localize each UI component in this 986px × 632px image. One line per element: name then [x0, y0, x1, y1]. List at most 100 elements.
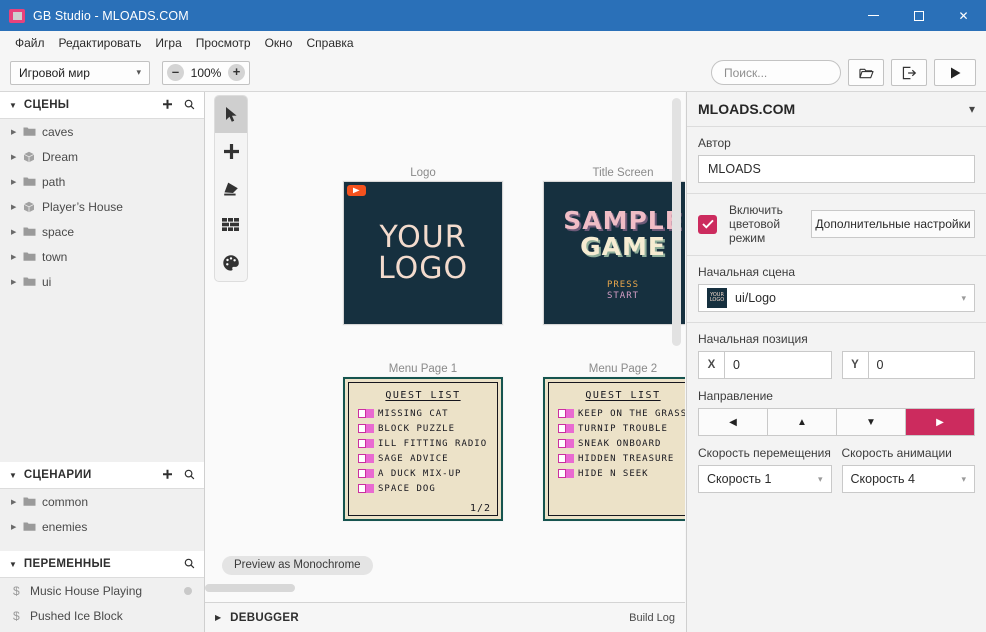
chevron-down-icon[interactable]: ▾: [969, 102, 975, 116]
toolbar-right-group: Поиск...: [711, 59, 976, 86]
project-header[interactable]: MLOADS.COM ▾: [687, 92, 986, 127]
collisions-tool[interactable]: [215, 207, 247, 244]
color-mode-checkbox[interactable]: [698, 214, 717, 234]
triangle-right-icon[interactable]: ▶: [11, 498, 23, 506]
anim-speed-select[interactable]: Скорость 4 ▾: [841, 465, 975, 493]
menu-edit[interactable]: Редактировать: [52, 33, 149, 53]
quest-list: KEEP ON THE GRASS TURNIP TROUBLE SNEAK O…: [549, 409, 685, 479]
quest-row: TURNIP TROUBLE: [558, 424, 685, 434]
search-variables-icon[interactable]: [184, 558, 195, 571]
eraser-tool[interactable]: [215, 170, 247, 207]
variable-item-pushed-ice-block[interactable]: $ Pushed Ice Block: [0, 603, 204, 628]
check-icon: [701, 219, 714, 229]
bricks-icon: [222, 218, 239, 231]
triangle-right-icon[interactable]: ▶: [11, 253, 23, 261]
direction-right[interactable]: ▶: [906, 409, 974, 435]
logo-scene[interactable]: Logo YOUR LOGO: [343, 166, 503, 325]
open-project-button[interactable]: [848, 59, 884, 86]
quest-checkbox-icon: [358, 484, 374, 493]
script-item-label: enemies: [42, 519, 88, 534]
search-scenes-icon[interactable]: [184, 99, 195, 112]
folder-icon: [23, 276, 42, 287]
direction-down[interactable]: ▼: [837, 409, 906, 435]
script-item-enemies[interactable]: ▶ enemies: [0, 514, 204, 539]
scene-item-players-house[interactable]: ▶ Player’s House: [0, 194, 204, 219]
menu-file[interactable]: Файл: [8, 33, 52, 53]
scene-cube-icon: [23, 151, 42, 163]
triangle-right-icon[interactable]: ▶: [11, 523, 23, 531]
scene-item-space[interactable]: ▶ space: [0, 219, 204, 244]
scripts-section-header[interactable]: ▼ СЦЕНАРИИ: [0, 462, 204, 489]
triangle-right-icon[interactable]: ▶: [11, 278, 23, 286]
quest-checkbox-icon: [558, 424, 574, 433]
scene-preview[interactable]: QUEST LIST MISSING CAT BLOCK PUZZLE ILL …: [343, 377, 503, 521]
menu-page-1-scene[interactable]: Menu Page 1 QUEST LIST MISSING CAT BLOCK…: [343, 362, 503, 521]
menu-help[interactable]: Справка: [299, 33, 360, 53]
triangle-right-icon[interactable]: ▶: [11, 178, 23, 186]
scene-item-town[interactable]: ▶ town: [0, 244, 204, 269]
move-speed-select[interactable]: Скорость 1 ▾: [698, 465, 832, 493]
scene-item-label: Dream: [42, 149, 79, 164]
menu-page-2-scene[interactable]: Menu Page 2 QUEST LIST KEEP ON THE GRASS…: [543, 362, 685, 521]
menu-view[interactable]: Просмотр: [189, 33, 258, 53]
direction-up[interactable]: ▲: [768, 409, 837, 435]
variables-section-header[interactable]: ▼ ПЕРЕМЕННЫЕ: [0, 551, 204, 578]
triangle-right-icon[interactable]: ▶: [11, 228, 23, 236]
menu-game[interactable]: Игра: [148, 33, 188, 53]
run-button[interactable]: [934, 59, 976, 86]
main-toolbar: Игровой мир ▾ – 100% + Поиск...: [0, 54, 986, 92]
anim-speed-value: Скорость 4: [850, 472, 915, 486]
add-script-icon[interactable]: [162, 469, 173, 482]
select-tool[interactable]: [215, 96, 247, 133]
quest-checkbox-icon: [358, 424, 374, 433]
add-scene-icon[interactable]: [162, 99, 173, 112]
zoom-out-button[interactable]: –: [167, 64, 184, 81]
scene-item-dream[interactable]: ▶ Dream: [0, 144, 204, 169]
author-field[interactable]: MLOADS: [698, 155, 975, 183]
scene-preview[interactable]: YOUR LOGO: [343, 181, 503, 325]
chevron-down-icon: ▾: [961, 292, 966, 303]
triangle-right-icon[interactable]: ▶: [11, 153, 23, 161]
scene-item-caves[interactable]: ▶ caves: [0, 119, 204, 144]
variable-item-music-house-playing[interactable]: $ Music House Playing: [0, 578, 204, 603]
export-button[interactable]: [891, 59, 927, 86]
start-scene-select[interactable]: YOUR LOGO ui/Logo ▾: [698, 284, 975, 312]
script-item-common[interactable]: ▶ common: [0, 489, 204, 514]
zoom-in-button[interactable]: +: [228, 64, 245, 81]
x-key-label: X: [699, 352, 725, 378]
quest-checkbox-icon: [358, 439, 374, 448]
quest-label: HIDE N SEEK: [578, 469, 649, 479]
scenes-section-header[interactable]: ▼ СЦЕНЫ: [0, 92, 204, 119]
search-input[interactable]: Поиск...: [711, 60, 841, 85]
scene-item-ui[interactable]: ▶ ui: [0, 269, 204, 294]
direction-left[interactable]: ◀: [699, 409, 768, 435]
world-select[interactable]: Игровой мир ▾: [10, 60, 150, 85]
preview-monochrome-button[interactable]: Preview as Monochrome: [222, 556, 373, 575]
author-label: Автор: [698, 136, 731, 150]
triangle-right-icon[interactable]: ▶: [11, 128, 23, 136]
scene-preview[interactable]: QUEST LIST KEEP ON THE GRASS TURNIP TROU…: [543, 377, 685, 521]
triangle-right-icon[interactable]: ▶: [11, 203, 23, 211]
advanced-settings-button[interactable]: Дополнительные настройки: [811, 210, 975, 238]
search-scripts-icon[interactable]: [184, 469, 195, 482]
close-button[interactable]: ✕: [941, 0, 986, 31]
menu-window[interactable]: Окно: [258, 33, 300, 53]
debugger-footer[interactable]: ▶ DEBUGGER Build Log: [205, 602, 685, 632]
title-screen-scene[interactable]: Title Screen SAMPLE GAME PRESS START: [543, 166, 685, 325]
triangle-right-icon[interactable]: ▶: [215, 613, 221, 622]
scene-item-path[interactable]: ▶ path: [0, 169, 204, 194]
triangle-down-icon: ▼: [9, 559, 17, 569]
minimize-button[interactable]: [851, 0, 896, 31]
canvas-horizontal-scrollbar[interactable]: [205, 584, 295, 592]
maximize-button[interactable]: [896, 0, 941, 31]
palette-tool[interactable]: [215, 244, 247, 281]
quest-label: A DUCK MIX-UP: [378, 469, 462, 479]
scene-preview[interactable]: SAMPLE GAME PRESS START: [543, 181, 685, 325]
canvas-vertical-scrollbar[interactable]: [672, 98, 681, 346]
add-tool[interactable]: [215, 133, 247, 170]
world-canvas[interactable]: Logo YOUR LOGO Title Screen SAMPLE GAME: [205, 92, 685, 600]
start-y-field[interactable]: Y 0: [841, 351, 975, 379]
start-x-field[interactable]: X 0: [698, 351, 832, 379]
author-value: MLOADS: [708, 162, 761, 176]
build-log-link[interactable]: Build Log: [629, 612, 675, 624]
